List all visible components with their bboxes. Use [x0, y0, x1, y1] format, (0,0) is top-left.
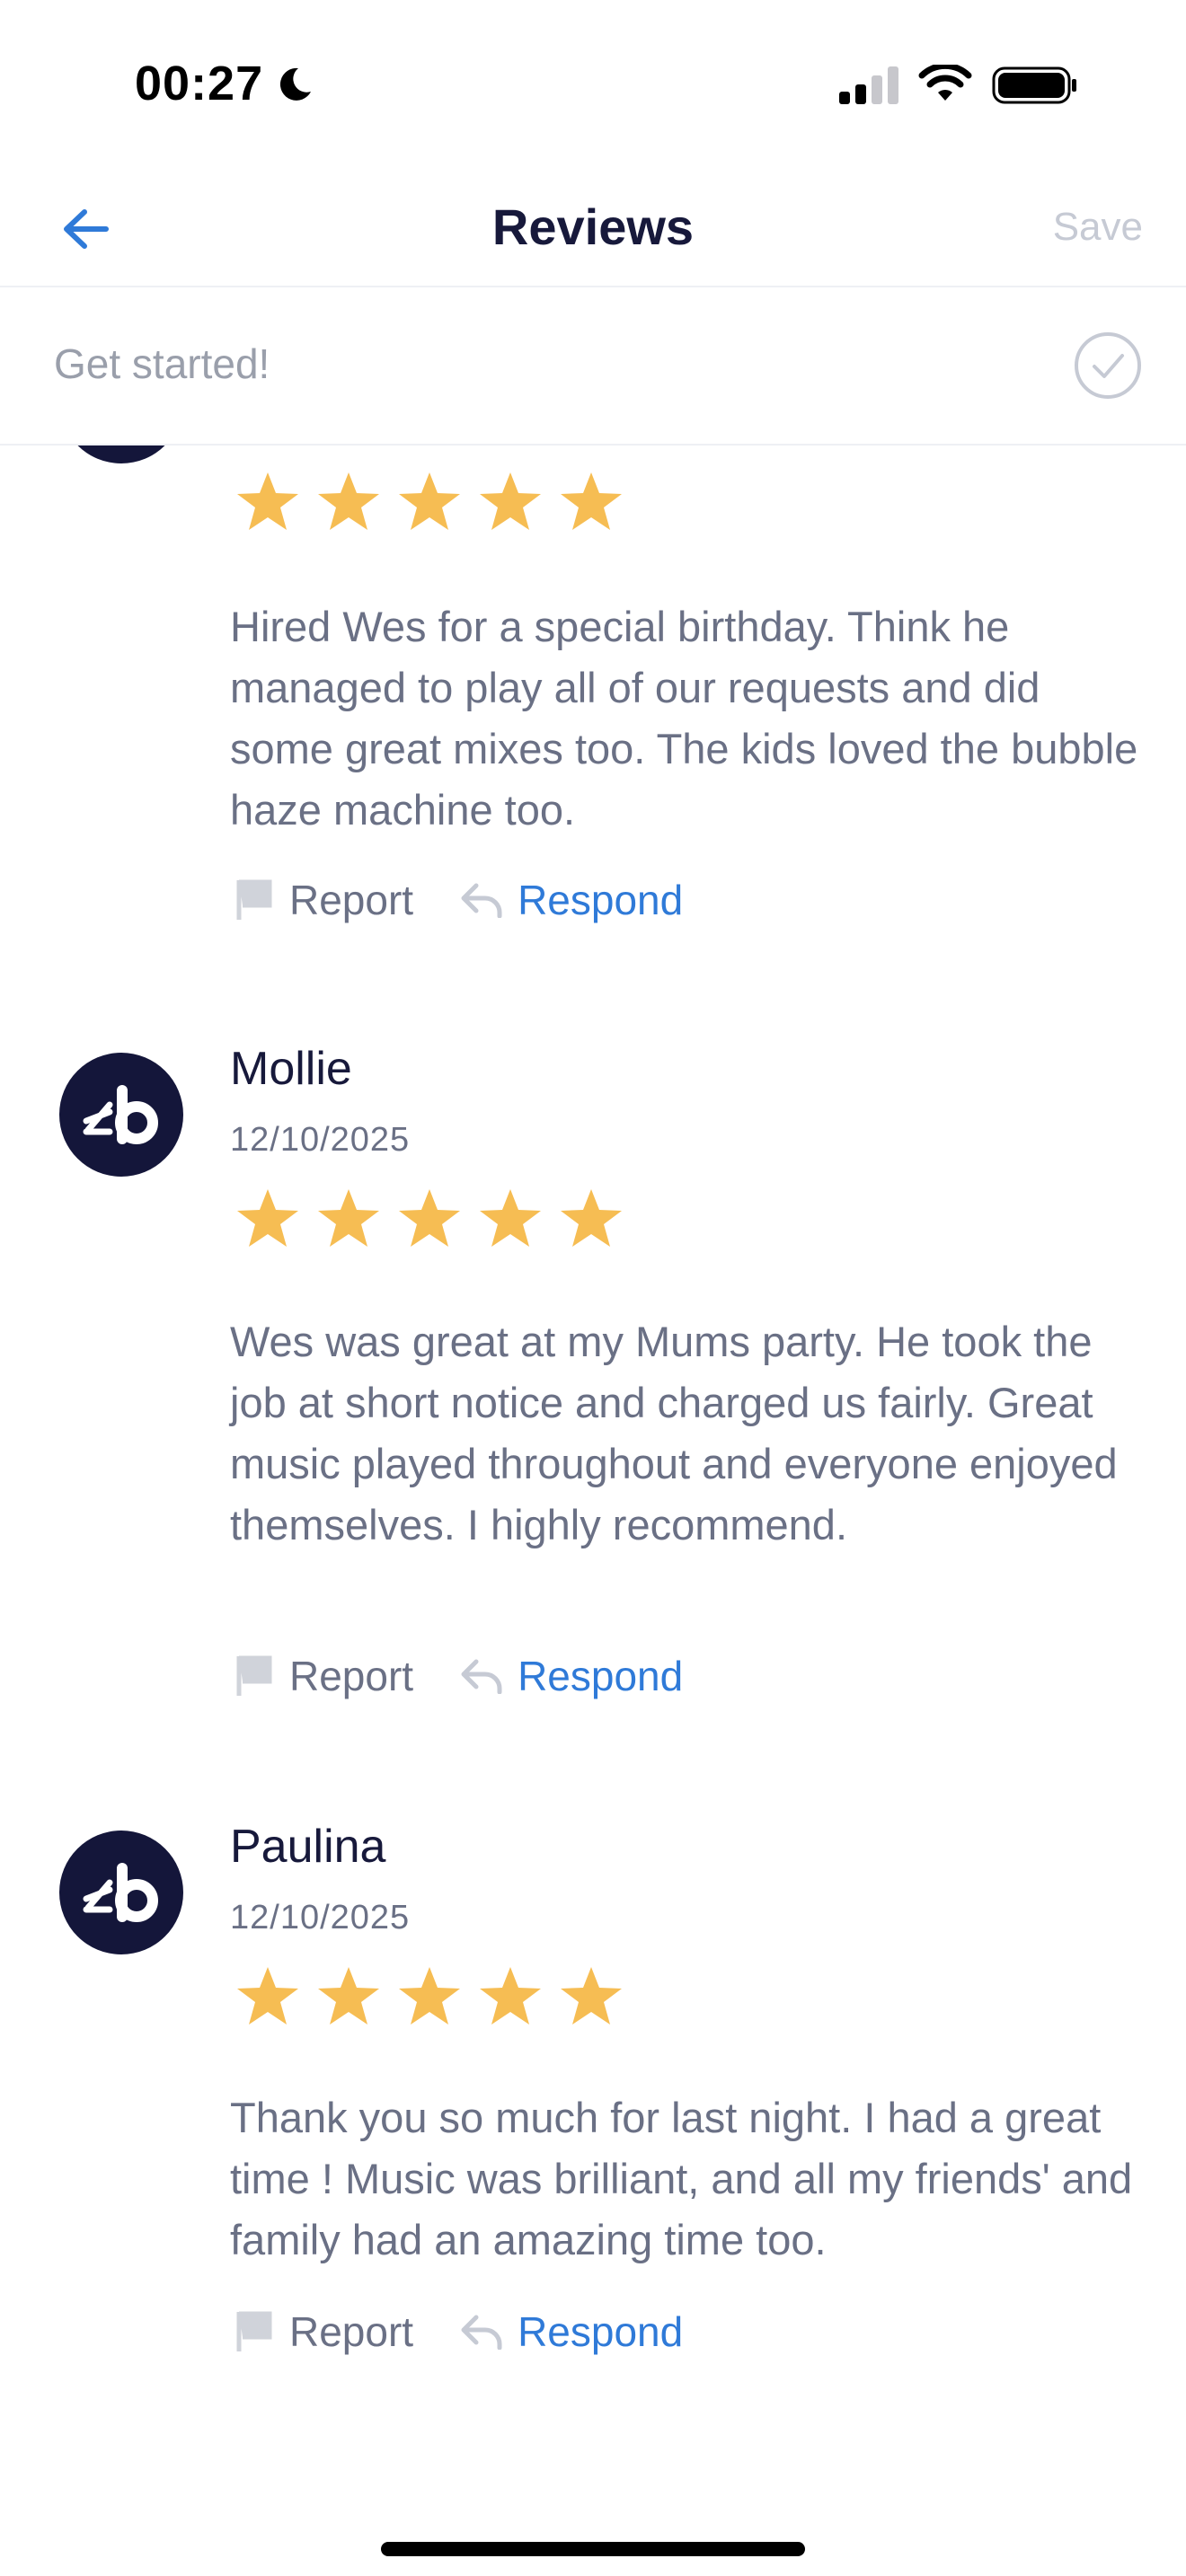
- respond-button[interactable]: Respond: [460, 1652, 683, 1700]
- review-text: Wes was great at my Mums party. He took …: [230, 1318, 1118, 1548]
- star-icon: [399, 1189, 460, 1247]
- reply-icon: [461, 1659, 502, 1694]
- reply-icon: [461, 883, 502, 918]
- review-text: Hired Wes for a special birthday. Think …: [230, 603, 1138, 834]
- star-icon: [318, 1967, 379, 2025]
- respond-label: Respond: [518, 2308, 684, 2355]
- star-icon: [237, 1189, 298, 1247]
- respond-button[interactable]: Respond: [460, 876, 683, 924]
- star-icon: [237, 472, 298, 530]
- star-icon: [237, 1967, 298, 2025]
- review-text: Thank you so much for last night. I had …: [230, 2094, 1133, 2263]
- nav-bar: Reviews Save: [0, 171, 1186, 287]
- save-button[interactable]: Save: [1053, 205, 1143, 250]
- get-started-banner[interactable]: Get started!: [0, 289, 1186, 446]
- avatar-logo: [83, 1863, 158, 1922]
- reviewer-name: Mollie: [230, 1043, 352, 1095]
- star-rating: [235, 469, 624, 535]
- report-button[interactable]: Report: [235, 876, 413, 924]
- star-icon: [399, 1967, 460, 2025]
- home-indicator[interactable]: [381, 2542, 805, 2556]
- star-icon: [318, 1189, 379, 1247]
- review-actions: Report Respond: [235, 2305, 683, 2359]
- flag-icon: [236, 2311, 272, 2351]
- reviewer-name: Paulina: [230, 1821, 386, 1873]
- report-label: Report: [289, 2308, 414, 2355]
- star-icon: [399, 472, 460, 530]
- star-rating: [235, 1963, 624, 2030]
- status-bar: 00:27: [0, 0, 1186, 171]
- avatar: [59, 1053, 183, 1177]
- reviews-screen: 00:27 Reviews Save Get started! Hired We…: [0, 0, 1186, 2576]
- review-actions: Report Respond: [235, 1649, 683, 1703]
- review-actions: Report Respond: [235, 873, 683, 927]
- page-title: Reviews: [491, 198, 695, 255]
- respond-label: Respond: [518, 1653, 684, 1699]
- star-icon: [561, 1967, 622, 2025]
- status-time: 00:27: [135, 57, 264, 110]
- signal-icon: [839, 66, 898, 104]
- check-circle-icon: [1075, 332, 1141, 399]
- avatar-logo: [83, 1085, 158, 1144]
- get-started-label: Get started!: [54, 340, 270, 387]
- moon-icon: [279, 67, 311, 101]
- star-icon: [480, 1189, 541, 1247]
- respond-button[interactable]: Respond: [460, 2307, 683, 2356]
- star-icon: [561, 472, 622, 530]
- star-icon: [480, 1967, 541, 2025]
- flag-icon: [236, 1655, 272, 1696]
- reply-icon: [461, 2315, 502, 2350]
- report-button[interactable]: Report: [235, 1652, 413, 1700]
- report-label: Report: [289, 1653, 414, 1699]
- star-icon: [480, 472, 541, 530]
- star-icon: [561, 1189, 622, 1247]
- respond-label: Respond: [518, 877, 684, 923]
- review-date: 12/10/2025: [230, 1121, 411, 1159]
- report-button[interactable]: Report: [235, 2307, 413, 2356]
- wifi-icon: [918, 65, 972, 101]
- star-rating: [235, 1186, 624, 1252]
- star-icon: [318, 472, 379, 530]
- report-label: Report: [289, 877, 414, 923]
- review-date: 12/10/2025: [230, 1899, 411, 1936]
- flag-icon: [236, 879, 272, 920]
- battery-icon: [992, 66, 1076, 104]
- avatar: [59, 1831, 183, 1954]
